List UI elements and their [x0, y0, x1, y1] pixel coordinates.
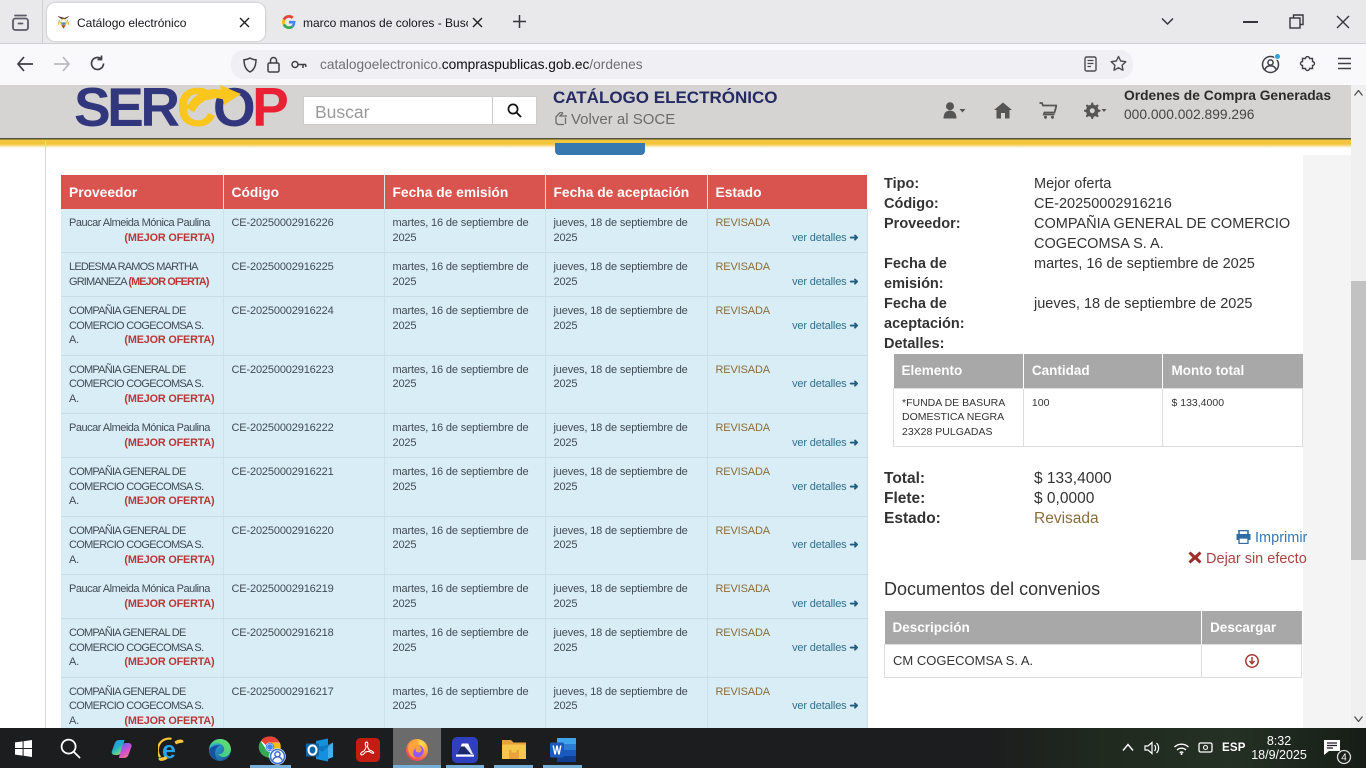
svg-text:4: 4 [1341, 753, 1347, 764]
